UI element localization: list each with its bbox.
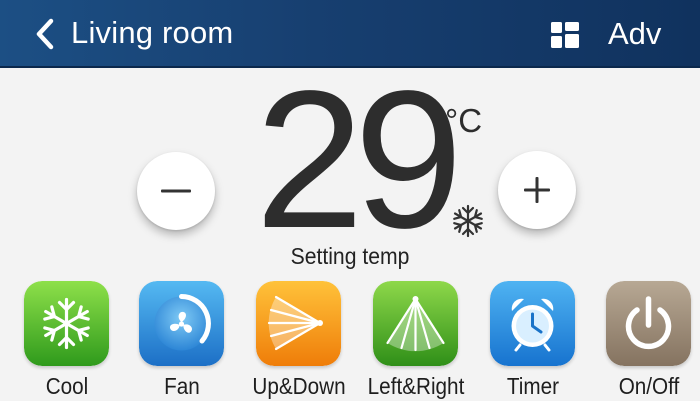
fan-icon — [139, 281, 224, 366]
fan-mode-button[interactable] — [139, 281, 224, 366]
cool-mode-button[interactable] — [24, 281, 109, 366]
room-title: Living room — [71, 15, 234, 50]
adv-button[interactable]: Adv — [608, 16, 661, 52]
increase-temp-button[interactable] — [498, 151, 576, 229]
plus-icon — [524, 177, 550, 203]
power-label: On/Off — [618, 373, 680, 399]
timer-button[interactable] — [490, 281, 575, 366]
power-icon — [606, 281, 691, 366]
power-button[interactable] — [606, 281, 691, 366]
fan-mode-label: Fan — [164, 373, 200, 399]
setting-temp-caption: Setting temp — [290, 243, 410, 269]
alarm-clock-icon — [490, 281, 575, 366]
vertical-swing-icon — [256, 281, 341, 366]
timer-label: Timer — [506, 373, 560, 399]
temperature-unit: °C — [445, 102, 483, 139]
grid-icon[interactable] — [551, 22, 579, 48]
minus-icon — [161, 189, 191, 193]
decrease-temp-button[interactable] — [137, 152, 215, 230]
horizontal-swing-icon — [373, 281, 458, 366]
chevron-left-icon — [36, 18, 54, 50]
back-button[interactable] — [25, 14, 65, 54]
up-down-swing-label: Up&Down — [252, 373, 346, 399]
left-right-swing-button[interactable] — [373, 281, 458, 366]
snowflake-icon — [453, 204, 483, 238]
cool-mode-label: Cool — [45, 373, 89, 399]
up-down-swing-button[interactable] — [256, 281, 341, 366]
temperature-value: 29 — [255, 50, 463, 269]
left-right-swing-label: Left&Right — [367, 373, 465, 399]
snowflake-icon — [24, 281, 109, 366]
